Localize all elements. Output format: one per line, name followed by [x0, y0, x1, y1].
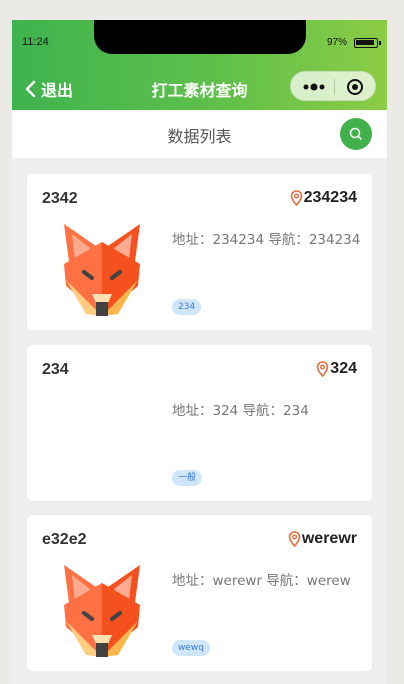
phone-screen: 11:24 97% 退出 打工素材查询 数据列表 2342 234234 地址：… [12, 20, 387, 684]
search-button[interactable] [340, 118, 372, 150]
list-card[interactable]: 234 324 地址：324 导航：234 一般 [27, 345, 372, 501]
list-header: 数据列表 [12, 110, 387, 158]
list-title: 数据列表 [167, 127, 232, 146]
location-pin-icon [290, 190, 302, 206]
card-name: e32e2 [42, 531, 87, 548]
card-location: 234234 [290, 189, 357, 207]
capsule-divider [334, 79, 335, 95]
location-pin-icon [288, 531, 301, 547]
card-tag: 一般 [172, 470, 203, 486]
screen-notch [94, 20, 306, 54]
battery-percent: 97% [327, 37, 348, 48]
card-address: 地址：werewr 导航：werew [172, 573, 351, 589]
card-tag: wewq [172, 640, 210, 656]
card-location-text: werewr [301, 530, 357, 547]
card-location: 324 [316, 360, 357, 378]
search-icon [349, 127, 362, 140]
battery-icon [354, 38, 381, 48]
list-card[interactable]: 2342 234234 地址：234234 导航：234234 234 [27, 174, 372, 330]
list-card[interactable]: e32e2 werewr 地址：werewr 导航：werew wewq [27, 515, 372, 671]
fox-avatar-image [64, 565, 140, 657]
card-name: 234 [42, 361, 69, 378]
location-pin-icon [316, 361, 329, 377]
close-miniprogram-icon[interactable] [347, 79, 363, 95]
card-name: 2342 [42, 190, 78, 207]
card-address: 地址：234234 导航：234234 [172, 232, 361, 248]
app-header: 11:24 97% 退出 打工素材查询 [12, 20, 387, 110]
card-location-text: 234234 [303, 189, 357, 206]
card-address: 地址：324 导航：234 [172, 403, 309, 419]
fox-avatar-image [64, 224, 140, 316]
more-dots-icon[interactable] [303, 82, 325, 92]
card-location-text: 324 [330, 360, 357, 377]
card-location: werewr [288, 530, 357, 548]
miniprogram-capsule [290, 71, 376, 101]
status-time: 11:24 [22, 36, 49, 48]
card-tag: 234 [172, 299, 202, 315]
